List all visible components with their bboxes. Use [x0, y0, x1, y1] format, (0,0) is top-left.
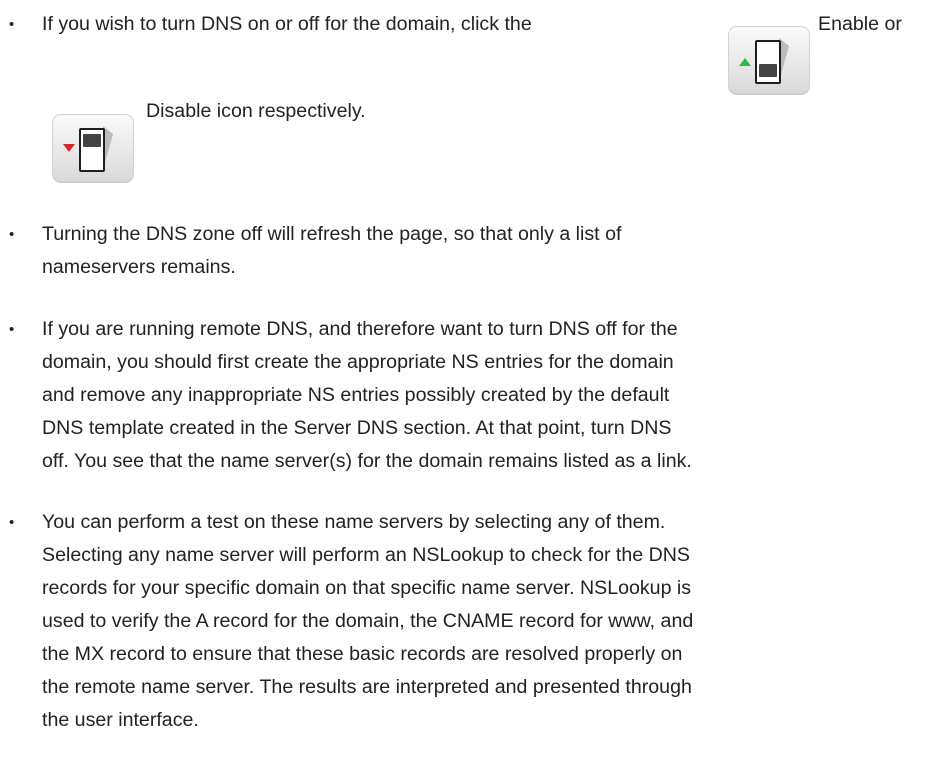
bullet: •: [9, 514, 15, 531]
text-line: the user interface.: [42, 709, 199, 731]
item-4-text: You can perform a test on these name ser…: [42, 506, 942, 737]
bullet: •: [9, 321, 15, 338]
item-1-enable-label: Enable or: [818, 13, 902, 35]
text-line: records for your specific domain on that…: [42, 577, 692, 599]
text-line: If you are running remote DNS, and there…: [42, 318, 678, 340]
text-line: DNS template created in the Server DNS s…: [42, 417, 672, 439]
text-line: nameservers remains.: [42, 256, 236, 278]
text-line: Selecting any name server will perform a…: [42, 544, 690, 566]
item-3-text: If you are running remote DNS, and there…: [42, 313, 942, 478]
item-1-disable-label: Disable icon respectively.: [146, 100, 366, 122]
text-line: Turning the DNS zone off will refresh th…: [42, 223, 622, 245]
text-line: used to verify the A record for the doma…: [42, 610, 694, 632]
text-line: and remove any inappropriate NS entries …: [42, 384, 670, 406]
text-line: off. You see that the name server(s) for…: [42, 450, 692, 472]
text-line: You can perform a test on these name ser…: [42, 511, 666, 533]
text-line: domain, you should first create the appr…: [42, 351, 674, 373]
text-line: the MX record to ensure that these basic…: [42, 643, 683, 665]
text-line: the remote name server. The results are …: [42, 676, 692, 698]
bullet: •: [9, 16, 15, 33]
bullet: •: [9, 226, 15, 243]
disable-switch-icon: [52, 114, 134, 182]
item-2-text: Turning the DNS zone off will refresh th…: [42, 218, 942, 284]
enable-switch-icon: [728, 26, 810, 94]
